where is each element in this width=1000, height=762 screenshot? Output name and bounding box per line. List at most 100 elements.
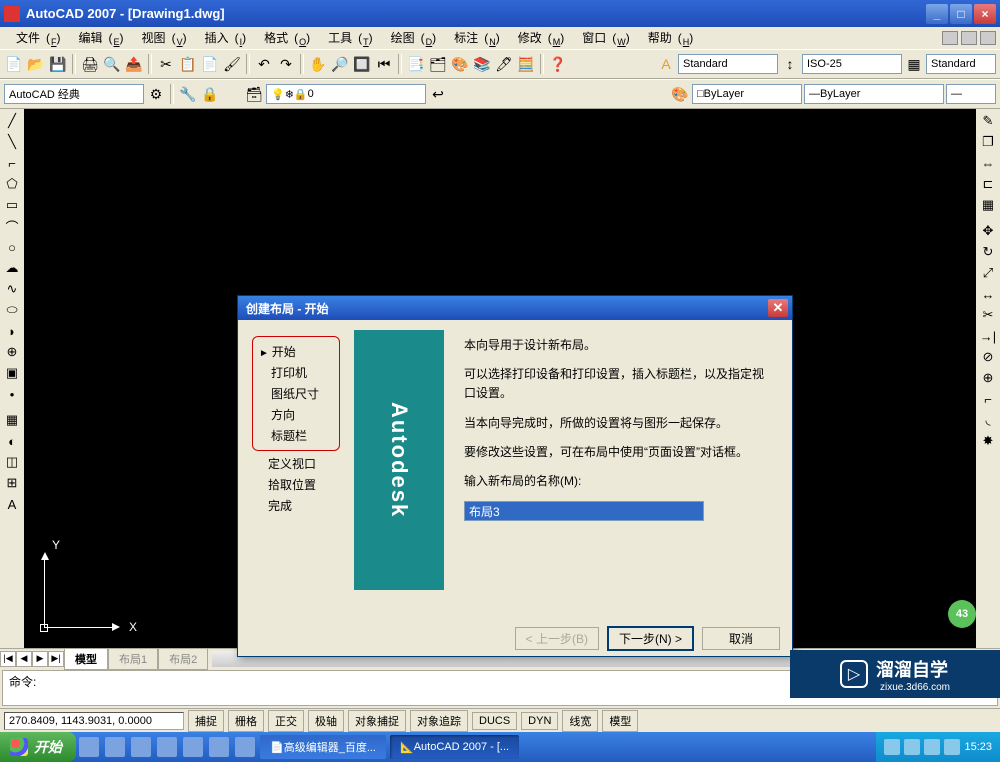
dyn-toggle[interactable]: DYN <box>521 712 558 730</box>
model-toggle[interactable]: 模型 <box>602 710 638 732</box>
open-icon[interactable]: 📂 <box>26 54 46 74</box>
tablestyle-icon[interactable]: ▦ <box>904 54 924 74</box>
nav-orientation[interactable]: 方向 <box>255 404 337 425</box>
nav-printer[interactable]: 打印机 <box>255 362 337 383</box>
explode-icon[interactable]: ✸ <box>978 431 998 451</box>
tab-prev-icon[interactable]: ◀ <box>16 651 32 667</box>
menu-file[interactable]: 文件(F) <box>4 27 67 49</box>
mdi-close-icon[interactable] <box>980 31 996 45</box>
undo-icon[interactable]: ↶ <box>254 54 274 74</box>
gradient-icon[interactable]: ◐ <box>2 431 22 451</box>
calc-icon[interactable]: 🧮 <box>516 54 536 74</box>
tp-icon[interactable]: 🎨 <box>450 54 470 74</box>
ws-settings-icon[interactable]: ⚙ <box>146 84 166 104</box>
break-icon[interactable]: ⊘ <box>978 347 998 367</box>
region-icon[interactable]: ◫ <box>2 452 22 472</box>
menu-help[interactable]: 帮助(H) <box>636 27 700 49</box>
quicklaunch-icon[interactable] <box>183 737 203 757</box>
erase-icon[interactable]: ✎ <box>978 111 998 131</box>
xline-icon[interactable]: ╲ <box>2 132 22 152</box>
otrack-toggle[interactable]: 对象追踪 <box>410 710 468 732</box>
stretch-icon[interactable]: ↔ <box>978 284 998 304</box>
dialog-close-button[interactable]: ✕ <box>768 299 788 317</box>
osnap-toggle[interactable]: 对象捕捉 <box>348 710 406 732</box>
zoom-prev-icon[interactable]: ⏮ <box>374 54 394 74</box>
move-icon[interactable]: ✥ <box>978 221 998 241</box>
next-button[interactable]: 下一步(N) > <box>607 626 694 651</box>
save-icon[interactable]: 💾 <box>48 54 68 74</box>
layer-select[interactable]: 💡❄🔒 0 <box>266 84 426 104</box>
nav-pick[interactable]: 拾取位置 <box>252 474 340 495</box>
publish-icon[interactable]: 📤 <box>124 54 144 74</box>
copy-obj-icon[interactable]: ❐ <box>978 132 998 152</box>
paste-icon[interactable]: 📄 <box>200 54 220 74</box>
quicklaunch-icon[interactable] <box>209 737 229 757</box>
dimstyle-icon[interactable]: ↕ <box>780 54 800 74</box>
trim-icon[interactable]: ✂ <box>978 305 998 325</box>
ws-gear-icon[interactable]: 🔧 <box>178 84 198 104</box>
grid-toggle[interactable]: 栅格 <box>228 710 264 732</box>
tray-icon[interactable] <box>884 739 900 755</box>
preview-icon[interactable]: 🔍 <box>102 54 122 74</box>
quicklaunch-icon[interactable] <box>235 737 255 757</box>
lwt-toggle[interactable]: 线宽 <box>562 710 598 732</box>
zoom-rt-icon[interactable]: 🔎 <box>330 54 350 74</box>
workspace-select[interactable]: AutoCAD 经典 <box>4 84 144 104</box>
polygon-icon[interactable]: ⬠ <box>2 174 22 194</box>
color-select[interactable]: □ ByLayer <box>692 84 802 104</box>
extend-icon[interactable]: →| <box>978 326 998 346</box>
ellipsearc-icon[interactable]: ◗ <box>2 321 22 341</box>
tab-first-icon[interactable]: |◀ <box>0 651 16 667</box>
copy-icon[interactable]: 📋 <box>178 54 198 74</box>
tab-layout1[interactable]: 布局1 <box>108 648 158 670</box>
fillet-icon[interactable]: ◟ <box>978 410 998 430</box>
clock[interactable]: 15:23 <box>964 741 992 753</box>
tab-next-icon[interactable]: ▶ <box>32 651 48 667</box>
print-icon[interactable]: 🖨 <box>80 54 100 74</box>
zoom-win-icon[interactable]: 🔲 <box>352 54 372 74</box>
textstyle-select[interactable]: Standard <box>678 54 778 74</box>
tab-model[interactable]: 模型 <box>64 648 108 670</box>
quicklaunch-icon[interactable] <box>157 737 177 757</box>
arc-icon[interactable]: ⌒ <box>2 216 22 236</box>
dialog-titlebar[interactable]: 创建布局 - 开始 ✕ <box>238 296 792 320</box>
layout-name-input[interactable] <box>464 501 704 521</box>
menu-dim[interactable]: 标注(N) <box>442 27 506 49</box>
rotate-icon[interactable]: ↻ <box>978 242 998 262</box>
quicklaunch-icon[interactable] <box>105 737 125 757</box>
drawing-canvas[interactable]: Y X 43 创建布局 - 开始 ✕ 开始 打印机 图纸尺寸 方向 标题栏 <box>24 109 976 648</box>
tray-icon[interactable] <box>944 739 960 755</box>
match-icon[interactable]: 🖌 <box>222 54 242 74</box>
pline-icon[interactable]: ⌐ <box>2 153 22 173</box>
linetype-select[interactable]: — ByLayer <box>804 84 944 104</box>
ducs-toggle[interactable]: DUCS <box>472 712 517 730</box>
coords-display[interactable]: 270.8409, 1143.9031, 0.0000 <box>4 712 184 730</box>
nav-begin[interactable]: 开始 <box>255 341 337 362</box>
layer-props-icon[interactable]: 🗃 <box>244 84 264 104</box>
ortho-toggle[interactable]: 正交 <box>268 710 304 732</box>
mdi-restore-icon[interactable] <box>961 31 977 45</box>
scale-icon[interactable]: ⤢ <box>978 263 998 283</box>
cancel-button[interactable]: 取消 <box>702 627 780 650</box>
dimstyle-select[interactable]: ISO-25 <box>802 54 902 74</box>
textstyle-icon[interactable]: A <box>656 54 676 74</box>
markup-icon[interactable]: 🖊 <box>494 54 514 74</box>
quicklaunch-icon[interactable] <box>131 737 151 757</box>
properties-icon[interactable]: 📑 <box>406 54 426 74</box>
task-editor[interactable]: 📄 高级编辑器_百度... <box>260 735 386 759</box>
join-icon[interactable]: ⊕ <box>978 368 998 388</box>
lineweight-select[interactable]: — <box>946 84 996 104</box>
tray-icon[interactable] <box>924 739 940 755</box>
revcloud-icon[interactable]: ☁ <box>2 258 22 278</box>
insert-icon[interactable]: ⊕ <box>2 342 22 362</box>
cut-icon[interactable]: ✂ <box>156 54 176 74</box>
help-icon[interactable]: ❓ <box>548 54 568 74</box>
circle-icon[interactable]: ○ <box>2 237 22 257</box>
mdi-minimize-icon[interactable] <box>942 31 958 45</box>
tab-last-icon[interactable]: ▶| <box>48 651 64 667</box>
new-icon[interactable]: 📄 <box>4 54 24 74</box>
close-button[interactable]: × <box>974 4 996 24</box>
tray-icon[interactable] <box>904 739 920 755</box>
nav-titleblock[interactable]: 标题栏 <box>255 425 337 446</box>
menu-edit[interactable]: 编辑(E) <box>67 27 130 49</box>
